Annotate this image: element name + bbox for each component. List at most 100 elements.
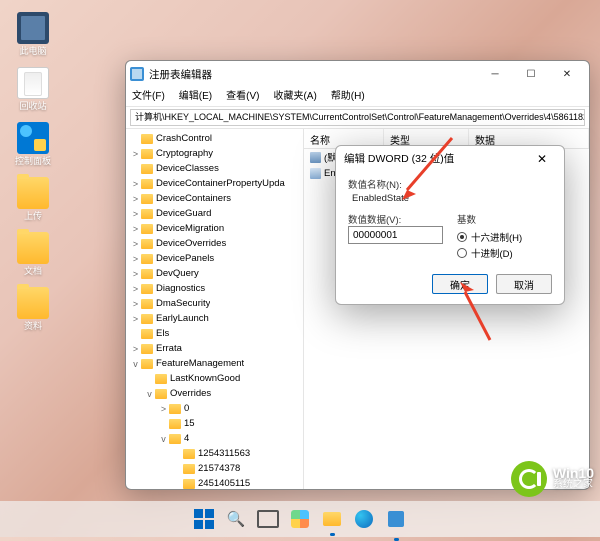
folder-icon [141, 344, 153, 354]
minimize-button[interactable]: ─ [477, 62, 513, 86]
tree-node[interactable]: CrashControl [126, 131, 303, 146]
start-button[interactable] [191, 506, 217, 532]
tree-pane[interactable]: CrashControl>CryptographyDeviceClasses>D… [126, 129, 304, 489]
desktop-icon-pc[interactable]: 此电脑 [8, 12, 58, 56]
tree-node[interactable]: > DeviceContainerPropertyUpda [126, 176, 303, 191]
tree-node[interactable]: v4 [126, 431, 303, 446]
regedit-taskbar-button[interactable] [383, 506, 409, 532]
tree-label: LastKnownGood [170, 373, 240, 384]
tree-node[interactable]: v FeatureManagement [126, 356, 303, 371]
folder-icon [141, 254, 153, 264]
tree-node[interactable]: > DevQuery [126, 266, 303, 281]
search-button[interactable]: 🔍 [223, 506, 249, 532]
desktop-icon-fold[interactable]: 上传 [8, 177, 58, 221]
folder-icon [141, 179, 153, 189]
dialog-close-button[interactable]: ✕ [528, 148, 556, 170]
regedit-icon [130, 67, 144, 81]
value-icon [310, 152, 321, 163]
value-data-input[interactable] [348, 226, 443, 244]
menu-item[interactable]: 查看(V) [226, 87, 259, 106]
twisty-icon[interactable]: > [130, 314, 141, 324]
folder-icon [141, 134, 153, 144]
twisty-icon[interactable]: > [130, 239, 141, 249]
tree-node[interactable]: 2451405115 [126, 476, 303, 489]
maximize-button[interactable]: ☐ [513, 62, 549, 86]
twisty-icon[interactable]: v [130, 359, 141, 369]
tree-node[interactable]: > EarlyLaunch [126, 311, 303, 326]
address-input[interactable]: 计算机\HKEY_LOCAL_MACHINE\SYSTEM\CurrentCon… [130, 109, 585, 126]
tree-node[interactable]: Els [126, 326, 303, 341]
tree-label: EarlyLaunch [156, 313, 209, 324]
desktop-icon-bin[interactable]: 回收站 [8, 67, 58, 111]
widgets-button[interactable] [287, 506, 313, 532]
twisty-icon[interactable]: > [130, 149, 141, 159]
watermark-subtitle: 系统之家 [553, 479, 593, 490]
twisty-icon[interactable]: > [130, 179, 141, 189]
tree-node[interactable]: >DevicePanels [126, 251, 303, 266]
file-explorer-button[interactable] [319, 506, 345, 532]
titlebar[interactable]: 注册表编辑器 ─ ☐ ✕ [126, 61, 589, 87]
folder-icon [141, 314, 153, 324]
folder-icon [183, 479, 195, 489]
tree-node[interactable]: LastKnownGood [126, 371, 303, 386]
tree-label: FeatureManagement [156, 358, 244, 369]
folder-icon [141, 149, 153, 159]
radio-dec[interactable]: 十进制(D) [457, 246, 552, 260]
tree-node[interactable]: DeviceClasses [126, 161, 303, 176]
tree-label: DeviceGuard [156, 208, 211, 219]
twisty-icon[interactable]: > [130, 284, 141, 294]
cancel-button[interactable]: 取消 [496, 274, 552, 294]
menu-item[interactable]: 编辑(E) [179, 87, 212, 106]
twisty-icon[interactable]: > [130, 269, 141, 279]
twisty-icon[interactable]: > [130, 194, 141, 204]
watermark: Win10系统之家 [511, 461, 594, 497]
tree-node[interactable]: >DmaSecurity [126, 296, 303, 311]
ok-button[interactable]: 确定 [432, 274, 488, 294]
tree-label: Cryptography [156, 148, 213, 159]
desktop-icon-fold[interactable]: 资料 [8, 287, 58, 331]
tree-label: DeviceContainers [156, 193, 231, 204]
tree-node[interactable]: 15 [126, 416, 303, 431]
value-name-field: EnabledState [352, 193, 552, 204]
twisty-icon[interactable]: > [130, 224, 141, 234]
radio-dec-label: 十进制(D) [471, 246, 513, 260]
tree-label: DevQuery [156, 268, 199, 279]
tree-node[interactable]: 1254311563 [126, 446, 303, 461]
radio-hex[interactable]: 十六进制(H) [457, 230, 552, 244]
menu-item[interactable]: 收藏夹(A) [273, 87, 316, 106]
twisty-icon[interactable]: > [130, 299, 141, 309]
tree-node[interactable]: > DeviceMigration [126, 221, 303, 236]
fold-icon [17, 232, 49, 264]
folder-icon [155, 389, 167, 399]
tree-node[interactable]: >0 [126, 401, 303, 416]
twisty-icon[interactable]: v [144, 389, 155, 399]
twisty-icon[interactable]: v [158, 434, 169, 444]
tree-node[interactable]: >Diagnostics [126, 281, 303, 296]
tree-node[interactable]: > DeviceGuard [126, 206, 303, 221]
tree-label: DeviceContainerPropertyUpda [156, 178, 285, 189]
desktop-icon-ctrl[interactable]: 控制面板 [8, 122, 58, 166]
tree-node[interactable]: >Errata [126, 341, 303, 356]
menu-item[interactable]: 文件(F) [132, 87, 165, 106]
tree-label: 21574378 [198, 463, 240, 474]
edge-button[interactable] [351, 506, 377, 532]
menu-item[interactable]: 帮助(H) [331, 87, 365, 106]
close-button[interactable]: ✕ [549, 62, 585, 86]
tree-node[interactable]: > DeviceContainers [126, 191, 303, 206]
twisty-icon[interactable]: > [130, 209, 141, 219]
tree-node[interactable]: >DeviceOverrides [126, 236, 303, 251]
folder-icon [141, 329, 153, 339]
twisty-icon[interactable]: > [130, 344, 141, 354]
task-view-button[interactable] [255, 506, 281, 532]
desktop-icon-fold[interactable]: 文档 [8, 232, 58, 276]
tree-node[interactable]: vOverrides [126, 386, 303, 401]
tree-label: 15 [184, 418, 195, 429]
tree-label: DeviceMigration [156, 223, 224, 234]
folder-icon [183, 464, 195, 474]
twisty-icon[interactable]: > [158, 404, 169, 414]
tree-node[interactable]: > Cryptography [126, 146, 303, 161]
value-icon [310, 168, 321, 179]
dialog-titlebar[interactable]: 编辑 DWORD (32 位)值 ✕ [336, 146, 564, 171]
tree-node[interactable]: 21574378 [126, 461, 303, 476]
twisty-icon[interactable]: > [130, 254, 141, 264]
